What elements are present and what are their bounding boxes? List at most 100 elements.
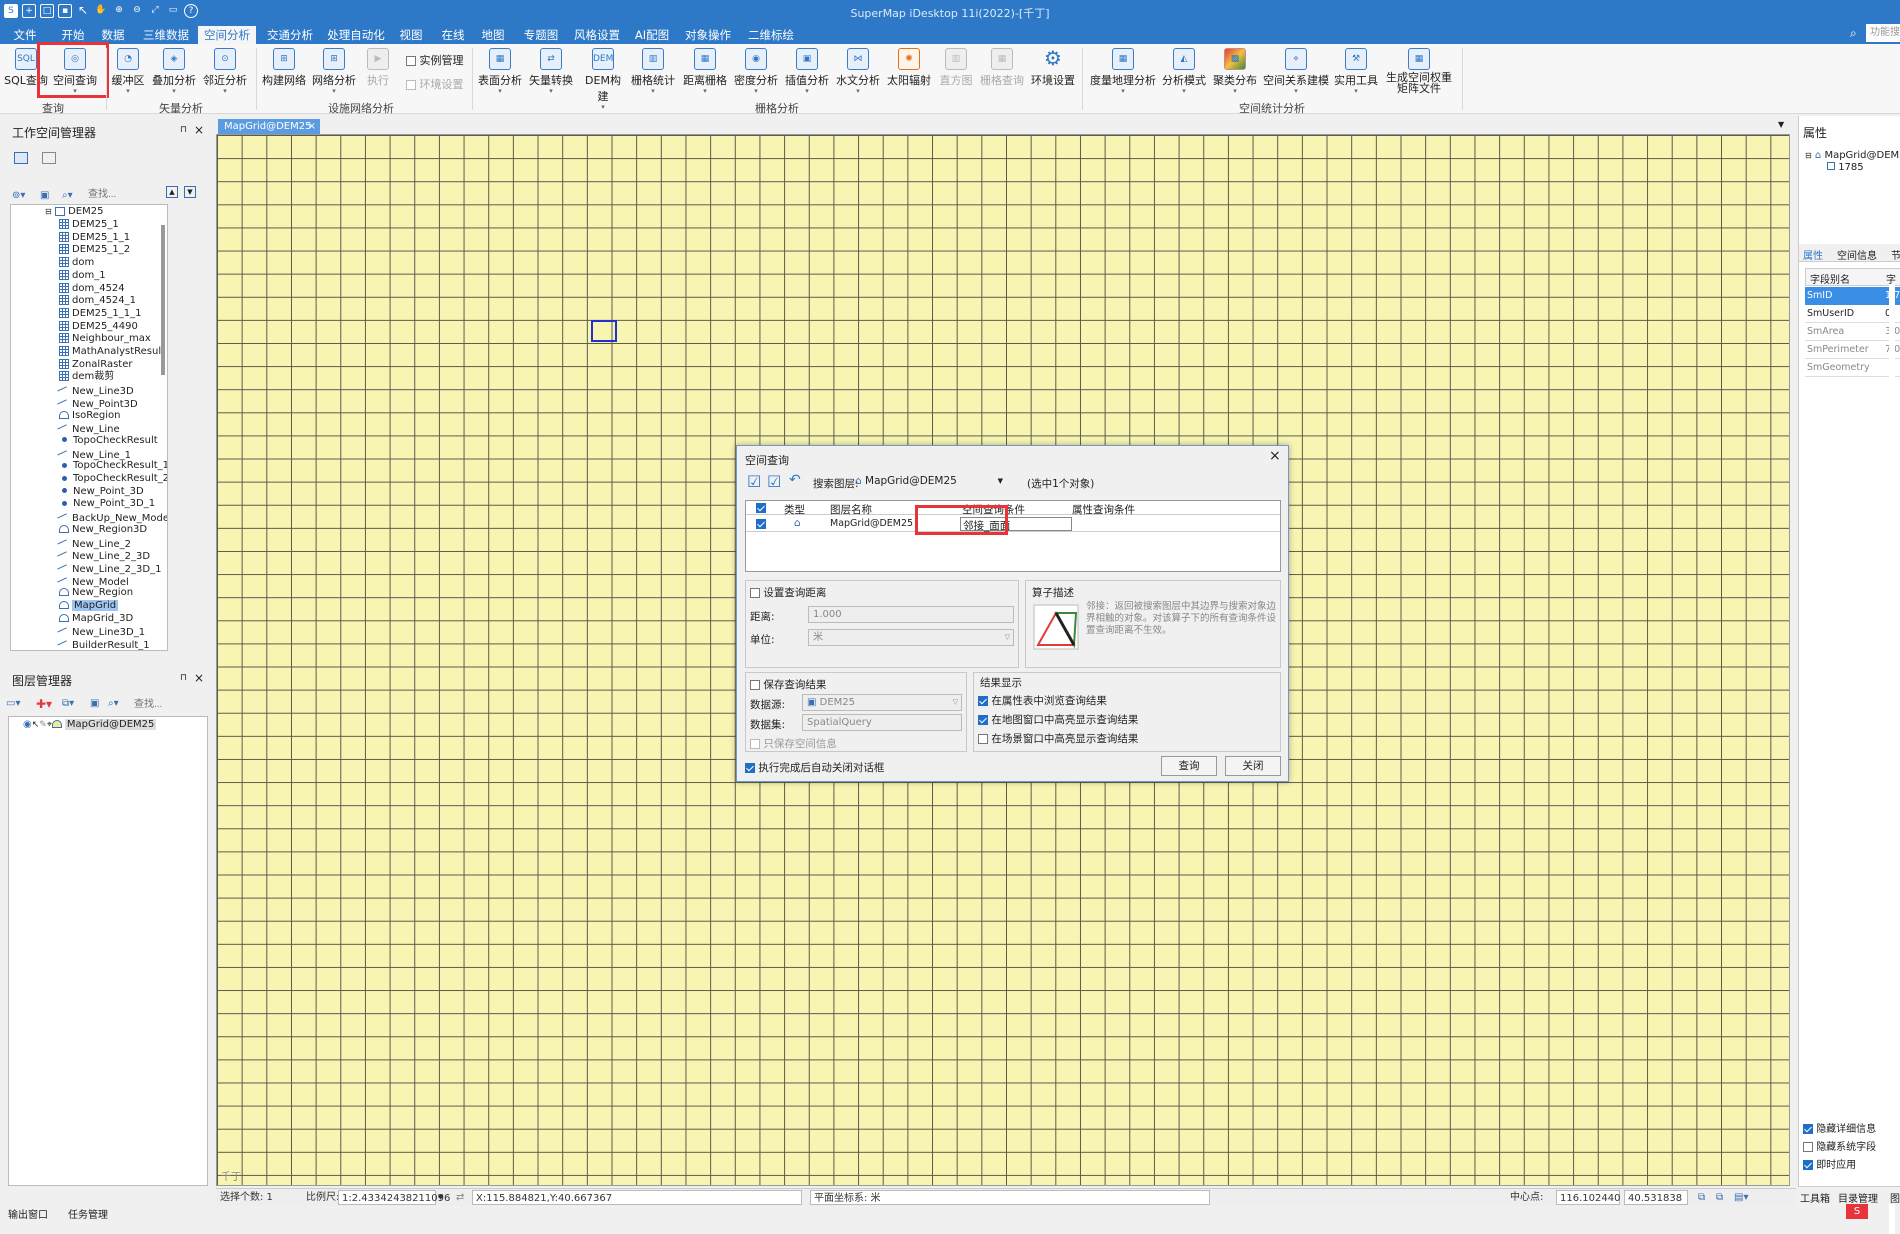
- close-button[interactable]: 关闭: [1225, 756, 1281, 776]
- tree-item[interactable]: New_Point_3D_1: [59, 498, 155, 510]
- query-button[interactable]: 查询: [1161, 756, 1217, 776]
- browse-attribute-checkbox[interactable]: [978, 696, 988, 706]
- layer-display-icon[interactable]: ▭▾: [6, 698, 20, 709]
- new-datasource-icon[interactable]: ▣: [40, 190, 49, 201]
- collapse-icon[interactable]: ⊟: [1805, 151, 1812, 160]
- distance-check[interactable]: 设置查询距离: [750, 585, 826, 600]
- dialog-close-icon[interactable]: ×: [1269, 448, 1281, 464]
- tree-item[interactable]: IsoRegion: [59, 410, 121, 422]
- menu-ai-mapping[interactable]: AI配图: [630, 26, 674, 44]
- tree-item[interactable]: New_Model: [59, 575, 129, 587]
- tree-item[interactable]: New_Line_2_3D: [59, 549, 150, 561]
- raster-env-button[interactable]: ⚙环境设置: [1028, 48, 1078, 88]
- surface-analysis-button[interactable]: ▦表面分析▾: [476, 48, 524, 94]
- open-workspace-icon[interactable]: ⊚▾: [12, 190, 25, 201]
- tree-item[interactable]: dem裁剪: [59, 371, 114, 383]
- menu-automation[interactable]: 处理自动化: [324, 26, 388, 44]
- tree-item[interactable]: TopoCheckResult: [59, 435, 158, 447]
- save-result-checkbox[interactable]: [750, 680, 760, 690]
- tree-item[interactable]: TopoCheckResult_1: [59, 460, 168, 472]
- raster-query-button[interactable]: ▦栅格查询: [978, 48, 1026, 88]
- tree-item[interactable]: MapGrid: [59, 600, 118, 612]
- center-y-input[interactable]: 40.531838: [1624, 1190, 1688, 1205]
- visible-eye-icon[interactable]: ◉: [23, 719, 32, 730]
- tree-item[interactable]: ZonalRaster: [59, 359, 132, 371]
- tree-item[interactable]: Neighbour_max: [59, 333, 151, 345]
- solar-radiation-button[interactable]: ✺太阳辐射: [884, 48, 934, 88]
- table-row[interactable]: ⌂ MapGrid@DEM25 邻接_面面: [746, 516, 1280, 532]
- scale-dropdown-icon[interactable]: ▼: [438, 1190, 443, 1205]
- spatial-weight-matrix-button[interactable]: ▦生成空间权重矩阵文件: [1384, 48, 1454, 94]
- tree-item[interactable]: DEM25_1_2: [59, 244, 130, 256]
- instant-apply-checkbox[interactable]: [1803, 1160, 1813, 1170]
- layer-style-icon[interactable]: ▣: [90, 698, 99, 709]
- tree-item[interactable]: New_Region3D: [59, 524, 147, 536]
- tree-item[interactable]: MathAnalystResult: [59, 346, 165, 358]
- resource-tab-icon[interactable]: [42, 152, 56, 164]
- property-row-smgeometry[interactable]: SmGeometry: [1805, 359, 1900, 377]
- paste-icon[interactable]: ⧉: [1716, 1190, 1723, 1205]
- distance-checkbox[interactable]: [750, 588, 760, 598]
- center-x-input[interactable]: 116.102440: [1556, 1190, 1620, 1205]
- tree-item[interactable]: New_Point_3D: [59, 486, 144, 498]
- highlight-map-check[interactable]: 在地图窗口中高亮显示查询结果: [978, 712, 1138, 727]
- search-icon[interactable]: ⌕▾: [62, 190, 73, 201]
- auto-close-check[interactable]: 执行完成后自动关闭对话框: [745, 760, 884, 775]
- map-tab[interactable]: MapGrid@DEM25×: [218, 119, 320, 134]
- select-all-icon[interactable]: ☑: [747, 472, 761, 491]
- raster-stats-button[interactable]: ▥栅格统计▾: [628, 48, 678, 94]
- tab-spatial-info[interactable]: 空间信息: [1837, 247, 1877, 262]
- scale-input[interactable]: 1:2.43342438211096: [338, 1190, 436, 1205]
- tab-attributes[interactable]: 属性: [1803, 247, 1823, 262]
- interpolation-button[interactable]: ▣插值分析▾: [782, 48, 832, 94]
- tree-item[interactable]: TopoCheckResult_2: [59, 473, 168, 485]
- only-spatial-check[interactable]: 只保存空间信息: [750, 736, 837, 751]
- property-row-smperimeter[interactable]: SmPerimeter7,02: [1805, 341, 1900, 359]
- tree-item[interactable]: New_Line3D: [59, 384, 134, 396]
- tree-item[interactable]: New_Line_2: [59, 537, 131, 549]
- copy-icon[interactable]: ⧉: [1698, 1190, 1705, 1205]
- window-list-icon[interactable]: ▼: [1778, 120, 1784, 129]
- utility-tools-button[interactable]: ⚒实用工具▾: [1332, 48, 1380, 94]
- menu-style[interactable]: 风格设置: [570, 26, 624, 44]
- dataset-input[interactable]: SpatialQuery: [802, 714, 962, 731]
- tab-catalog[interactable]: 目录管理: [1838, 1190, 1878, 1205]
- unit-select[interactable]: 米▽: [808, 629, 1014, 646]
- tree-item[interactable]: DEM25_1_1_1: [59, 308, 141, 320]
- layer-search-input[interactable]: [134, 696, 206, 712]
- tree-item[interactable]: dom_4524: [59, 283, 125, 295]
- hide-system-fields-check[interactable]: 隐藏系统字段: [1803, 1138, 1876, 1153]
- auto-close-checkbox[interactable]: [745, 763, 755, 773]
- histogram-button[interactable]: ▥直方图: [936, 48, 976, 88]
- tree-item[interactable]: DEM25_1: [59, 219, 119, 231]
- pin-icon[interactable]: ⊓: [180, 673, 187, 683]
- lock-icon[interactable]: ⇄: [456, 1190, 464, 1205]
- tab-toolbox[interactable]: 工具箱: [1800, 1190, 1830, 1205]
- menu-search-icon[interactable]: ⌕: [1850, 26, 1857, 41]
- hide-details-check[interactable]: 隐藏详细信息: [1803, 1120, 1876, 1135]
- pin-icon[interactable]: ⊓: [180, 125, 187, 135]
- property-row-smid[interactable]: SmID1,78: [1805, 287, 1900, 305]
- tree-item[interactable]: New_Point3D: [59, 397, 138, 409]
- tree-item[interactable]: DEM25_1_1: [59, 232, 130, 244]
- instant-apply-check[interactable]: 即时应用: [1803, 1156, 1856, 1171]
- tab-nodes[interactable]: 节: [1891, 247, 1900, 262]
- tree-item[interactable]: BuilderResult_1: [59, 638, 150, 650]
- spatial-relation-model-button[interactable]: ⋄空间关系建模▾: [1262, 48, 1330, 94]
- layer-item-mapgrid[interactable]: ◉↖✎⌖MapGrid@DEM25: [23, 719, 156, 731]
- network-analysis-button[interactable]: ⊞网络分析▾: [310, 48, 358, 94]
- property-row-smarea[interactable]: SmArea3,08: [1805, 323, 1900, 341]
- instance-manage-checkbox[interactable]: [406, 56, 416, 66]
- menu-plotting[interactable]: 二维标绘: [742, 26, 800, 44]
- tab-more[interactable]: 图: [1890, 1190, 1900, 1205]
- browse-attribute-check[interactable]: 在属性表中浏览查询结果: [978, 693, 1107, 708]
- overlay-analysis-button[interactable]: ◈叠加分析▾: [150, 48, 198, 94]
- buffer-button[interactable]: ◔缓冲区▾: [108, 48, 148, 94]
- build-network-button[interactable]: ⊞构建网络: [260, 48, 308, 88]
- menu-spatial-analysis[interactable]: 空间分析: [198, 26, 256, 44]
- tree-item[interactable]: MapGrid_3D: [59, 613, 133, 625]
- proximity-analysis-button[interactable]: ⊙邻近分析▾: [200, 48, 250, 94]
- only-spatial-checkbox[interactable]: [750, 739, 760, 749]
- cluster-distribution-button[interactable]: ▩聚类分布▾: [1210, 48, 1260, 94]
- tree-item[interactable]: dom: [59, 257, 94, 269]
